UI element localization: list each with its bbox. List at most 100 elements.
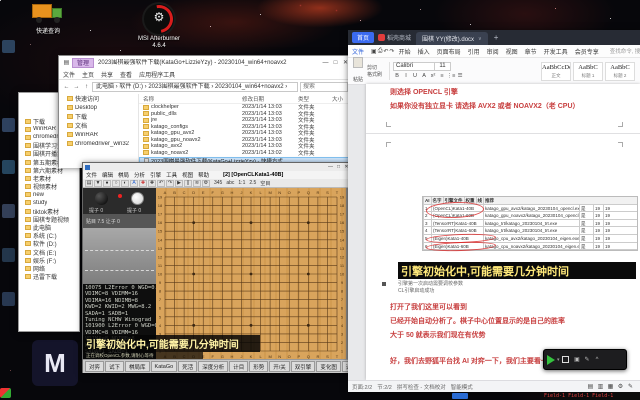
ribbon-tab[interactable]: 章节	[525, 47, 537, 56]
chevron-down-icon[interactable]: ▾	[557, 357, 560, 363]
tree-item[interactable]: 系统 (C:)	[19, 232, 79, 240]
ribbon-tab[interactable]: 开发工具	[544, 47, 568, 56]
column-header[interactable]: 修改日期	[242, 95, 298, 103]
winrate-graph[interactable]	[83, 228, 156, 284]
tree-item[interactable]: tiktok素材	[19, 207, 79, 215]
print-icon[interactable]: ⎙	[378, 47, 383, 56]
toolbar-toggle[interactable]: 345	[214, 180, 222, 187]
ribbon-tab[interactable]: 视图	[506, 47, 518, 56]
go-action-button[interactable]: 开/关	[269, 361, 290, 372]
tree-item[interactable]: 围棋专题视频	[19, 215, 79, 223]
desktop-icon-fragment[interactable]	[2, 248, 15, 262]
file-row[interactable]: katago_noavx2 2023/1/14 13:02 文件夹	[139, 150, 352, 157]
ribbon-tab[interactable]: 共享	[101, 70, 113, 79]
go-toolbar-icon[interactable]: A	[130, 179, 138, 187]
nav-item[interactable]: 下载	[59, 112, 138, 121]
go-toolbar-icon[interactable]: ↶	[157, 179, 165, 187]
home-tab[interactable]: 首页	[352, 32, 375, 43]
tree-item[interactable]: new	[19, 191, 79, 199]
go-action-button[interactable]: 对弈	[85, 361, 105, 372]
toolbar-toggle[interactable]: 2.5	[249, 180, 256, 187]
forward-icon[interactable]: →	[72, 83, 81, 92]
tree-item[interactable]: 娱乐 (F:)	[19, 256, 79, 264]
save-icon[interactable]: ▣	[371, 47, 377, 56]
desktop-icon-fragment[interactable]	[2, 160, 15, 174]
pen-icon[interactable]: ✎	[583, 355, 592, 364]
font-select[interactable]: Calibri	[393, 62, 436, 71]
cut-button[interactable]: 剪切	[367, 64, 382, 71]
collapse-icon[interactable]: ^	[593, 355, 602, 364]
go-action-button[interactable]: KataGo	[150, 361, 178, 372]
column-header[interactable]: 类型	[298, 95, 332, 103]
style-card[interactable]: AaBbC 标题 2	[605, 61, 635, 81]
format-button[interactable]: B	[393, 72, 401, 80]
minimize-button[interactable]: —	[327, 164, 334, 171]
screenshot-icon[interactable]: ▣	[573, 355, 582, 364]
font-size-select[interactable]: 11	[435, 62, 452, 71]
document-tab[interactable]: 围棋 YY(修改).docx ∨	[416, 32, 488, 45]
go-toolbar-icon[interactable]: ⚙	[202, 179, 210, 187]
menu-item[interactable]: 工具	[166, 171, 177, 179]
go-toolbar-icon[interactable]: ●	[103, 179, 111, 187]
find-command-hint[interactable]: 查找命令, 搜索模板	[610, 47, 640, 55]
redo-icon[interactable]: ↷	[390, 47, 395, 56]
go-action-button[interactable]: 形势	[249, 361, 269, 372]
go-action-button[interactable]: 双引擎	[290, 361, 316, 372]
tab-menu-icon[interactable]: ∨	[478, 36, 482, 42]
toolbar-toggle[interactable]: abc	[226, 180, 234, 187]
view-mode-icon[interactable]: ▥	[596, 382, 605, 391]
menu-item[interactable]: 分析	[134, 171, 145, 179]
view-mode-icon[interactable]: ▤	[586, 382, 595, 391]
go-action-button[interactable]: 试下	[105, 361, 125, 372]
ribbon-tab[interactable]: 审阅	[487, 47, 499, 56]
style-card[interactable]: AaBbC 标题 1	[573, 61, 603, 81]
spellcheck-status[interactable]: 拼写检查 - 文档校对	[397, 383, 446, 391]
search-input[interactable]	[300, 82, 348, 92]
desktop-icon-fragment[interactable]	[2, 118, 15, 132]
go-action-button[interactable]: 死活	[178, 361, 198, 372]
ribbon-tab[interactable]: 查看	[120, 70, 132, 79]
maximize-button[interactable]: □	[335, 164, 342, 171]
go-action-button[interactable]: 深度分析	[198, 361, 229, 372]
tree-item[interactable]: 软件 (D:)	[19, 240, 79, 248]
format-button[interactable]: I	[402, 72, 410, 80]
document-page[interactable]: 则选择 OPENCL 引擎 如果你没有独立显卡 请选择 AVX2 或者 NOAV…	[366, 84, 640, 380]
desktop-icon-afterburner[interactable]: ⚙ MSI Afterburner 4.6.4	[136, 0, 182, 50]
go-titlebar[interactable]: — □ ✕	[83, 163, 351, 171]
tree-item[interactable]: 此电脑	[19, 223, 79, 232]
desktop-icon-truck[interactable]: 快递查询	[26, 0, 70, 35]
settings-icon[interactable]: ⚙	[616, 382, 625, 391]
go-toolbar-icon[interactable]: ✚	[148, 179, 156, 187]
ribbon-tab[interactable]: 应用程序工具	[139, 70, 175, 79]
nav-item[interactable]: chromedriver_win32	[59, 139, 138, 148]
stop-icon[interactable]	[561, 356, 569, 363]
column-header[interactable]: 名称	[143, 95, 242, 103]
ribbon-tab[interactable]: 开始	[399, 47, 411, 56]
back-icon[interactable]: ←	[62, 83, 71, 92]
go-toolbar-icon[interactable]: ✚	[139, 179, 147, 187]
menu-item[interactable]: 棋局	[118, 171, 129, 179]
view-mode-icon[interactable]: ▦	[606, 382, 615, 391]
app-logo-icon[interactable]	[0, 388, 11, 398]
go-toolbar-icon[interactable]: ▤	[85, 179, 93, 187]
format-button[interactable]: ☰	[456, 72, 464, 80]
ribbon-tab[interactable]: 会员专享	[575, 47, 599, 56]
format-painter-button[interactable]: 格式刷	[367, 71, 382, 78]
ribbon-tab[interactable]: 插入	[418, 47, 430, 56]
menu-item[interactable]: 视图	[182, 171, 193, 179]
toolbar-toggle[interactable]: 空目	[260, 180, 270, 187]
tree-item[interactable]: 文档 (E:)	[19, 248, 79, 256]
format-button[interactable]: ≡	[438, 72, 446, 80]
new-tab-button[interactable]: +	[494, 33, 499, 42]
toolbar-toggle[interactable]: 1:1	[238, 180, 245, 187]
paste-button[interactable]: 粘贴	[353, 56, 363, 86]
nav-item[interactable]: 快速访问	[59, 94, 138, 103]
menu-item[interactable]: 引擎	[150, 171, 161, 179]
nav-item[interactable]: Desktop	[59, 103, 138, 112]
tree-item[interactable]: study	[19, 199, 79, 207]
record-play-icon[interactable]	[547, 354, 555, 365]
style-card[interactable]: AaBbCcDd 正文	[541, 61, 571, 81]
go-toolbar-icon[interactable]: ≋	[193, 179, 201, 187]
go-action-button[interactable]: 计目	[229, 361, 249, 372]
format-button[interactable]: ⋮≡	[447, 72, 456, 80]
